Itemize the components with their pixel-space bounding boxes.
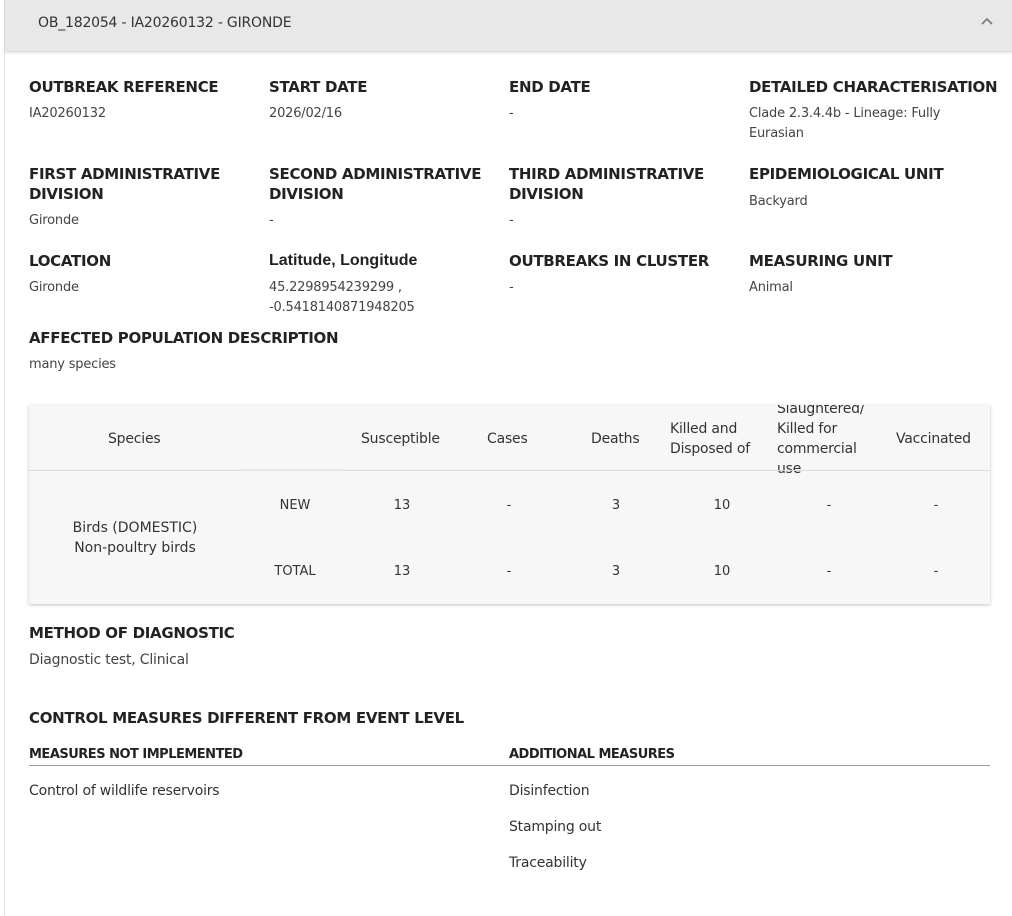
second-admin-division-label: SECOND ADMINISTRATIVE DIVISION xyxy=(269,165,482,203)
row-total-cases: - xyxy=(506,564,512,579)
row-new-slaughtered: - xyxy=(826,498,832,513)
species-name: Birds (DOMESTIC) Non-poultry birds xyxy=(72,520,198,556)
epidemiological-unit-value: Backyard xyxy=(749,194,808,209)
th-vaccinated: Vaccinated xyxy=(896,431,971,447)
location-value: Gironde xyxy=(29,280,79,295)
measuring-unit-value: Animal xyxy=(749,280,793,295)
outbreaks-in-cluster-label: OUTBREAKS IN CLUSTER xyxy=(509,252,710,270)
row-new-vaccinated: - xyxy=(933,498,939,513)
field-lat-long: Latitude, Longitude 45.2298954239299 , -… xyxy=(269,251,459,318)
epidemiological-unit-label: EPIDEMIOLOGICAL UNIT xyxy=(749,165,944,183)
row-new-deaths: 3 xyxy=(611,498,621,513)
additional-measure-item: Traceability xyxy=(509,855,587,871)
col-divider xyxy=(667,469,669,471)
row-new-killed: 10 xyxy=(713,498,731,513)
col-divider xyxy=(774,469,776,471)
third-admin-division-value: - xyxy=(509,213,514,228)
th-cases: Cases xyxy=(487,431,528,447)
field-affected-population: AFFECTED POPULATION DESCRIPTION many spe… xyxy=(29,328,429,375)
field-outbreak-reference: OUTBREAK REFERENCE IA20260132 xyxy=(29,77,259,124)
chevron-up-icon[interactable] xyxy=(979,14,995,30)
field-location: LOCATION Gironde xyxy=(29,251,259,298)
detailed-characterisation-value: Clade 2.3.4.4b - Lineage: Fully Eurasian xyxy=(749,106,941,141)
outbreak-panel: OB_182054 - IA20260132 - GIRONDE OUTBREA… xyxy=(4,0,1012,916)
field-epidemiological-unit: EPIDEMIOLOGICAL UNIT Backyard xyxy=(749,164,979,212)
th-killed-disposed: Killed and Disposed of xyxy=(670,421,750,457)
panel-header[interactable]: OB_182054 - IA20260132 - GIRONDE xyxy=(5,0,1012,52)
field-outbreaks-in-cluster: OUTBREAKS IN CLUSTER - xyxy=(509,251,739,298)
lat-long-label: Latitude, Longitude xyxy=(269,252,418,269)
th-species: Species xyxy=(108,431,161,447)
field-first-admin-division: FIRST ADMINISTRATIVE DIVISION Gironde xyxy=(29,164,249,231)
col-divider xyxy=(454,469,456,471)
panel-title: OB_182054 - IA20260132 - GIRONDE xyxy=(38,15,292,31)
header-divider xyxy=(29,470,990,471)
field-detailed-characterisation: DETAILED CHARACTERISATION Clade 2.3.4.4b… xyxy=(749,77,999,144)
col-divider xyxy=(242,469,346,471)
th-slaughtered: Slaughtered/ Killed for commercial use xyxy=(777,405,865,477)
location-label: LOCATION xyxy=(29,252,111,270)
field-diagnostic: METHOD OF DIAGNOSTIC Diagnostic test, Cl… xyxy=(29,623,429,670)
row-new-cases: - xyxy=(506,498,512,513)
first-admin-division-value: Gironde xyxy=(29,213,79,228)
species-table: Species Susceptible Cases Deaths Killed … xyxy=(29,405,990,604)
measures-divider xyxy=(499,765,990,766)
start-date-label: START DATE xyxy=(269,78,368,96)
row-total-killed: 10 xyxy=(713,564,731,579)
end-date-label: END DATE xyxy=(509,78,591,96)
not-implemented-item: Control of wildlife reservoirs xyxy=(29,783,220,799)
detailed-characterisation-label: DETAILED CHARACTERISATION xyxy=(749,78,998,96)
col-divider xyxy=(881,469,883,471)
end-date-value: - xyxy=(509,106,514,121)
diagnostic-value: Diagnostic test, Clinical xyxy=(29,652,189,668)
affected-population-value: many species xyxy=(29,357,116,372)
col-divider xyxy=(561,469,563,471)
field-start-date: START DATE 2026/02/16 xyxy=(269,77,499,124)
outbreaks-in-cluster-value: - xyxy=(509,280,514,295)
th-susceptible: Susceptible xyxy=(361,431,440,447)
row-new-susceptible: 13 xyxy=(393,498,411,513)
field-second-admin-division: SECOND ADMINISTRATIVE DIVISION - xyxy=(269,164,494,231)
additional-measure-item: Disinfection xyxy=(509,783,590,799)
row-total-vaccinated: - xyxy=(933,564,939,579)
outbreak-reference-label: OUTBREAK REFERENCE xyxy=(29,78,219,96)
field-third-admin-division: THIRD ADMINISTRATIVE DIVISION - xyxy=(509,164,729,231)
field-measuring-unit: MEASURING UNIT Animal xyxy=(749,251,979,298)
control-measures-title: CONTROL MEASURES DIFFERENT FROM EVENT LE… xyxy=(29,709,464,727)
row-new-label: NEW xyxy=(279,498,311,513)
third-admin-division-label: THIRD ADMINISTRATIVE DIVISION xyxy=(509,165,704,203)
start-date-value: 2026/02/16 xyxy=(269,106,342,121)
field-end-date: END DATE - xyxy=(509,77,739,124)
additional-measure-item: Stamping out xyxy=(509,819,602,835)
second-admin-division-value: - xyxy=(269,213,274,228)
diagnostic-label: METHOD OF DIAGNOSTIC xyxy=(29,624,235,642)
additional-measures-label: ADDITIONAL MEASURES xyxy=(509,747,675,762)
row-total-deaths: 3 xyxy=(611,564,621,579)
th-deaths: Deaths xyxy=(591,431,640,447)
affected-population-label: AFFECTED POPULATION DESCRIPTION xyxy=(29,329,339,347)
outbreak-reference-value: IA20260132 xyxy=(29,106,106,121)
row-total-slaughtered: - xyxy=(826,564,832,579)
measuring-unit-label: MEASURING UNIT xyxy=(749,252,893,270)
row-total-label: TOTAL xyxy=(274,564,316,579)
first-admin-division-label: FIRST ADMINISTRATIVE DIVISION xyxy=(29,165,221,203)
measures-divider xyxy=(29,765,499,766)
row-total-susceptible: 13 xyxy=(393,564,411,579)
measures-not-implemented-label: MEASURES NOT IMPLEMENTED xyxy=(29,747,243,762)
lat-long-value: 45.2298954239299 , -0.5418140871948205 xyxy=(269,280,415,315)
